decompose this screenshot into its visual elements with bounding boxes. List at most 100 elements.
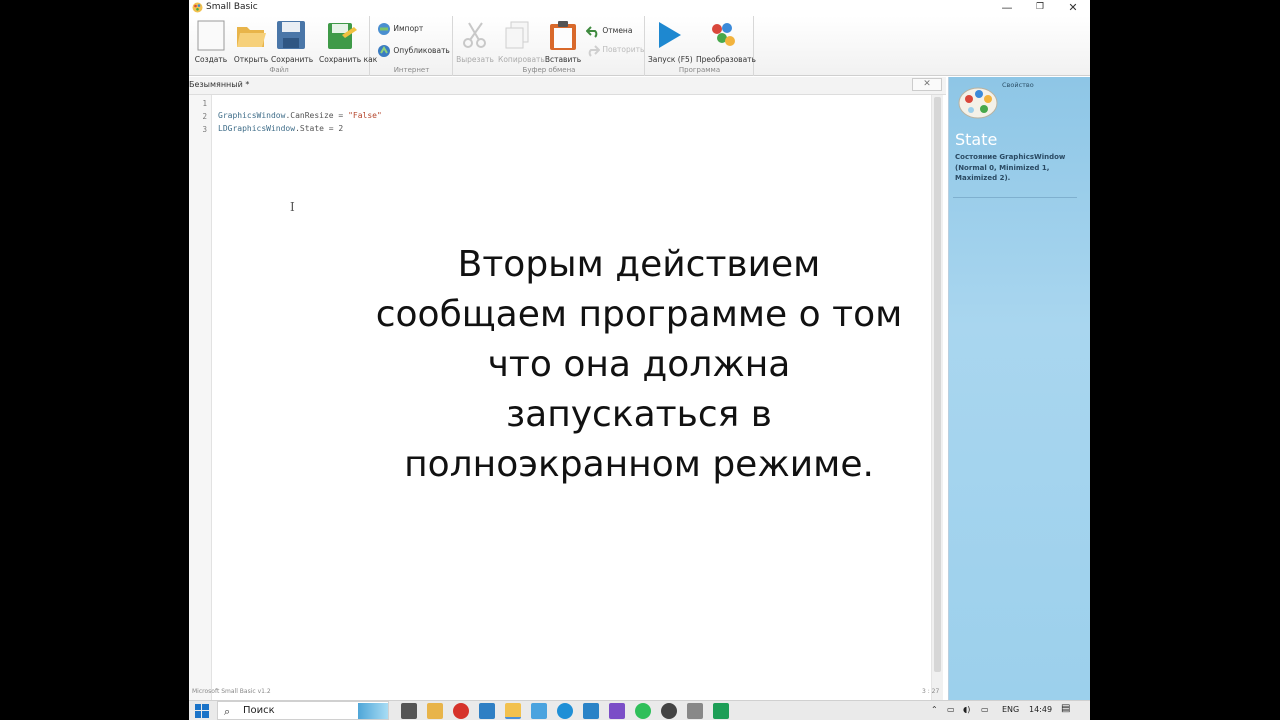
- save-as-icon: [328, 23, 357, 49]
- overlay-caption: Вторым действием сообщаем программе о то…: [319, 240, 959, 490]
- notifications-icon[interactable]: ▤: [1061, 703, 1070, 714]
- help-panel: Свойство State Состояние GraphicsWindow …: [948, 77, 1090, 700]
- open-button[interactable]: Открыть: [231, 18, 271, 64]
- store-icon[interactable]: [583, 703, 599, 719]
- search-highlight-image: [358, 703, 388, 719]
- ribbon-group-program: Запуск (F5) Преобразовать Программа: [646, 16, 756, 76]
- restore-button[interactable]: ❐: [1024, 0, 1056, 16]
- search-placeholder: Поиск: [243, 705, 275, 716]
- document-tab-strip: Безымянный * ✕: [189, 77, 946, 95]
- program-group-label: Программа: [678, 66, 721, 74]
- undo-icon: [586, 26, 598, 38]
- taskbar-search[interactable]: ⌕ Поиск: [217, 701, 389, 720]
- paste-label: Вставить: [544, 55, 582, 64]
- cut-label: Вырезать: [456, 55, 494, 64]
- undo-label: Отмена: [602, 26, 633, 35]
- mail-icon[interactable]: [479, 703, 495, 719]
- publish-button[interactable]: Опубликовать: [377, 44, 450, 58]
- visual-studio-icon[interactable]: [609, 703, 625, 719]
- clipboard-group-label: Буфер обмена: [522, 66, 576, 74]
- palette-icon: [958, 87, 998, 119]
- taskbar: ⌕ Поиск ⌃ ▭ ◖) ▭ ENG 14:49 ▤: [189, 700, 1090, 720]
- language-indicator[interactable]: ENG: [1002, 705, 1019, 714]
- redo-button[interactable]: Повторить: [586, 43, 644, 57]
- file-explorer-icon[interactable]: [427, 703, 443, 719]
- volume-icon[interactable]: ◖): [963, 705, 970, 714]
- clock[interactable]: 14:49: [1029, 705, 1052, 714]
- ribbon: Создать Открыть Сохранить Сохранить как …: [189, 16, 1090, 76]
- caption-line: запускаться в: [506, 394, 772, 435]
- code-text: .State = 2: [295, 124, 344, 133]
- document-tab[interactable]: Безымянный *: [189, 80, 249, 89]
- code-object: LDGraphicsWindow: [218, 124, 296, 133]
- help-divider: [953, 197, 1077, 198]
- graduate-label: Преобразовать: [696, 55, 756, 64]
- undo-button[interactable]: Отмена: [586, 24, 632, 38]
- app-icon-taskbar[interactable]: [531, 703, 547, 719]
- code-line[interactable]: LDGraphicsWindow.State = 2: [218, 124, 343, 133]
- publish-label: Опубликовать: [393, 46, 450, 55]
- status-version: Microsoft Small Basic v1.2: [192, 688, 271, 695]
- file-group-label: Файл: [269, 66, 289, 74]
- app-icon: [192, 2, 203, 13]
- help-kind: Свойство: [1002, 81, 1034, 89]
- save-button[interactable]: Сохранить: [271, 18, 314, 64]
- window-title: Small Basic: [206, 2, 258, 12]
- copy-label: Копировать: [498, 55, 545, 64]
- publish-icon: [378, 45, 390, 57]
- new-button-label: Создать: [194, 55, 228, 64]
- cut-icon: [463, 22, 486, 48]
- close-document-button[interactable]: ✕: [912, 78, 942, 91]
- line-number: 1: [202, 99, 207, 108]
- paste-button[interactable]: Вставить: [543, 18, 583, 64]
- ribbon-group-clipboard: Вырезать Копировать Вставить Отмена Повт…: [454, 16, 645, 76]
- open-folder-icon: [237, 27, 266, 47]
- help-member-name: State: [955, 130, 998, 149]
- run-label: Запуск (F5): [648, 55, 693, 64]
- code-line[interactable]: GraphicsWindow.CanResize = "False": [218, 111, 382, 120]
- small-basic-taskbar-icon[interactable]: [505, 703, 521, 719]
- graduate-icon: [712, 23, 735, 46]
- save-button-label: Сохранить: [271, 55, 314, 64]
- paste-icon: [550, 21, 576, 50]
- import-button[interactable]: Импорт: [377, 22, 423, 36]
- notepad-icon[interactable]: [687, 703, 703, 719]
- caption-line: Вторым действием: [457, 244, 821, 285]
- run-icon: [659, 22, 681, 48]
- cut-button[interactable]: Вырезать: [455, 18, 495, 64]
- help-description: Состояние GraphicsWindow (Normal 0, Mini…: [955, 153, 1066, 182]
- spreadsheet-icon[interactable]: [713, 703, 729, 719]
- minimize-button[interactable]: —: [991, 0, 1023, 16]
- windows-start-icon[interactable]: [195, 704, 209, 718]
- copy-icon: [505, 21, 529, 49]
- open-button-label: Открыть: [233, 55, 269, 64]
- ribbon-group-file: Создать Открыть Сохранить Сохранить как …: [189, 16, 377, 76]
- edge-icon[interactable]: [557, 703, 573, 719]
- steam-icon[interactable]: [661, 703, 677, 719]
- new-button[interactable]: Создать: [191, 18, 231, 64]
- title-bar: Small Basic — ❐ ✕: [189, 0, 1090, 16]
- tray-chevron-icon[interactable]: ⌃: [931, 705, 938, 714]
- line-number: 2: [202, 112, 207, 121]
- save-as-button[interactable]: Сохранить как: [319, 18, 377, 64]
- status-cursor-position: 3 : 27: [922, 688, 940, 695]
- copy-button[interactable]: Копировать: [498, 18, 545, 64]
- opera-icon[interactable]: [453, 703, 469, 719]
- run-button[interactable]: Запуск (F5): [648, 18, 693, 64]
- status-bar: Microsoft Small Basic v1.2 3 : 27: [189, 685, 946, 700]
- redo-label: Повторить: [602, 45, 645, 54]
- whatsapp-icon[interactable]: [635, 703, 651, 719]
- network-icon[interactable]: ▭: [947, 705, 955, 714]
- close-button[interactable]: ✕: [1057, 0, 1089, 16]
- graduate-button[interactable]: Преобразовать: [696, 18, 756, 64]
- small-basic-window: Small Basic — ❐ ✕ Создать Открыть Сохран…: [189, 0, 1090, 720]
- ribbon-group-internet: Импорт Опубликовать Интернет: [371, 16, 453, 76]
- new-file-icon: [197, 20, 225, 51]
- search-icon: ⌕: [224, 705, 231, 718]
- battery-icon[interactable]: ▭: [981, 705, 989, 714]
- line-number: 3: [202, 125, 207, 134]
- caption-line: сообщаем программе о том: [375, 294, 903, 335]
- task-view-icon[interactable]: [401, 703, 417, 719]
- import-icon: [378, 23, 390, 35]
- save-icon: [277, 21, 305, 49]
